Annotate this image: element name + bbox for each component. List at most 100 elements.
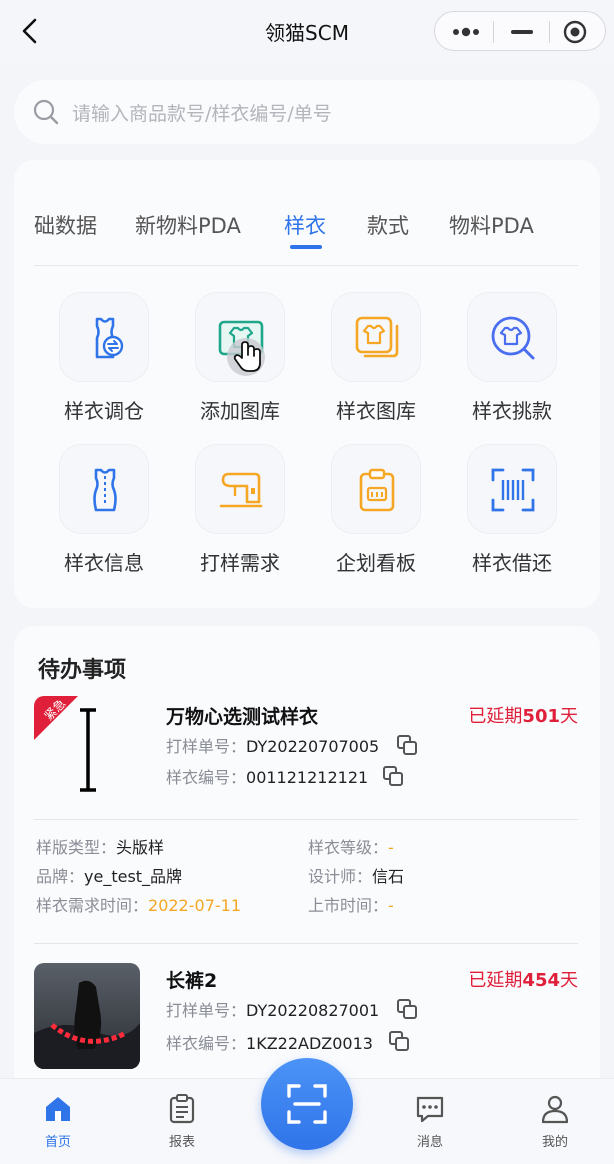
grid-item-label: 添加图库 bbox=[200, 399, 280, 423]
grid-item-label: 样衣信息 bbox=[64, 551, 144, 575]
tile bbox=[195, 444, 285, 534]
tab-label: 消息 bbox=[416, 1135, 443, 1150]
garment-info-icon bbox=[93, 468, 117, 512]
tab-label: 报表 bbox=[168, 1135, 195, 1150]
garment-search-icon bbox=[491, 316, 535, 360]
tab-style[interactable]: 款式 bbox=[367, 210, 409, 240]
search-icon bbox=[33, 99, 59, 125]
overdue-prefix: 已延期 bbox=[468, 970, 523, 991]
code-label: 样衣编号： bbox=[166, 768, 247, 787]
detail-label: 上市时间： bbox=[308, 896, 389, 915]
search-bar[interactable]: 请输入商品款号/样衣编号/单号 bbox=[14, 80, 600, 144]
order-number-row: 打样单号：DY20220827001 bbox=[166, 997, 379, 1021]
garment-gallery-icon bbox=[355, 316, 399, 358]
overdue-prefix: 已延期 bbox=[468, 706, 523, 727]
tile bbox=[331, 444, 421, 534]
overdue-suffix: 天 bbox=[560, 970, 578, 991]
tab-basic-data[interactable]: 础数据 bbox=[34, 210, 97, 240]
order-label: 打样单号： bbox=[166, 1001, 247, 1020]
mini-program-capsule bbox=[434, 11, 606, 51]
demand-time: 样衣需求时间：2022-07-11 bbox=[36, 892, 241, 916]
garment-transfer-icon bbox=[95, 317, 124, 359]
minimize-icon[interactable] bbox=[511, 30, 533, 34]
divider bbox=[34, 265, 578, 266]
order-number: DY20220827001 bbox=[246, 1001, 380, 1020]
detail-label: 品牌： bbox=[36, 867, 85, 886]
garment-code-row: 样衣编号：1KZ22ADZ0013 bbox=[166, 1030, 373, 1054]
tile bbox=[59, 292, 149, 382]
product-photo-icon bbox=[34, 963, 140, 1069]
home-icon bbox=[46, 1097, 70, 1121]
navigation-bar: 领猫SCM bbox=[0, 0, 614, 62]
pattern-type: 样版类型：头版样 bbox=[36, 834, 164, 858]
image-placeholder-icon: 紧急 bbox=[34, 696, 140, 802]
detail-value: - bbox=[388, 896, 394, 915]
tab-new-material-pda[interactable]: 新物料PDA bbox=[135, 210, 241, 240]
todo-item-title[interactable]: 万物心选测试样衣 bbox=[166, 702, 318, 729]
order-label: 打样单号： bbox=[166, 737, 247, 756]
category-tabs: 础数据 新物料PDA 样衣 款式 物料PDA bbox=[14, 210, 600, 260]
divider bbox=[34, 943, 578, 944]
order-number-row: 打样单号：DY20220707005 bbox=[166, 733, 379, 757]
tab-reports[interactable]: 报表 bbox=[142, 1093, 222, 1150]
copy-icon[interactable] bbox=[388, 1030, 410, 1052]
copy-icon[interactable] bbox=[396, 998, 418, 1020]
close-target-icon[interactable] bbox=[563, 20, 587, 44]
detail-value: - bbox=[388, 838, 394, 857]
grid-item-label: 样衣挑款 bbox=[472, 399, 552, 423]
scan-icon bbox=[287, 1084, 327, 1124]
designer: 设计师：信石 bbox=[308, 863, 404, 887]
todo-item-title[interactable]: 长裤2 bbox=[166, 966, 217, 993]
grid-item-label: 打样需求 bbox=[200, 551, 280, 575]
tab-messages[interactable]: 消息 bbox=[390, 1093, 470, 1150]
message-icon bbox=[416, 1096, 444, 1123]
tile bbox=[467, 444, 557, 534]
todo-card: 待办事项 紧急 万物心选测试样衣 已延期501天 打样单号：DY20220707… bbox=[14, 626, 600, 1096]
garment-grade: 样衣等级：- bbox=[308, 834, 394, 858]
tile bbox=[59, 444, 149, 534]
sewing-machine-icon bbox=[219, 472, 263, 508]
tab-profile[interactable]: 我的 bbox=[515, 1093, 595, 1150]
clipboard-icon bbox=[359, 468, 395, 512]
order-number: DY20220707005 bbox=[246, 737, 380, 756]
garment-code-row: 样衣编号：001121212121 bbox=[166, 764, 368, 788]
tab-sample-garment[interactable]: 样衣 bbox=[284, 210, 326, 240]
overdue-days: 501 bbox=[522, 706, 560, 727]
tab-label: 我的 bbox=[541, 1135, 568, 1150]
overdue-status: 已延期501天 bbox=[468, 702, 578, 728]
tile bbox=[467, 292, 557, 382]
copy-icon[interactable] bbox=[396, 734, 418, 756]
detail-label: 样版类型： bbox=[36, 838, 117, 857]
detail-value: 头版样 bbox=[116, 838, 165, 857]
copy-icon[interactable] bbox=[382, 765, 404, 787]
grid-item-label: 样衣调仓 bbox=[64, 399, 144, 423]
capsule-divider bbox=[493, 21, 494, 43]
grid-item-label: 样衣借还 bbox=[472, 551, 552, 575]
user-icon bbox=[541, 1095, 569, 1124]
overdue-suffix: 天 bbox=[560, 706, 578, 727]
launch-time: 上市时间：- bbox=[308, 892, 394, 916]
report-clipboard-icon bbox=[169, 1094, 195, 1124]
function-card: 础数据 新物料PDA 样衣 款式 物料PDA 样衣调仓 添加图库 样衣图库 样衣… bbox=[14, 160, 600, 608]
code-label: 样衣编号： bbox=[166, 1034, 247, 1053]
scan-button[interactable] bbox=[261, 1058, 353, 1150]
todo-thumbnail[interactable] bbox=[34, 963, 140, 1069]
search-placeholder: 请输入商品款号/样衣编号/单号 bbox=[72, 103, 332, 125]
garment-code: 1KZ22ADZ0013 bbox=[246, 1034, 373, 1053]
grid-item-label: 企划看板 bbox=[336, 551, 416, 575]
tab-material-pda[interactable]: 物料PDA bbox=[449, 210, 534, 240]
tab-label: 首页 bbox=[44, 1135, 71, 1150]
more-dots-icon[interactable] bbox=[451, 25, 481, 39]
detail-value: ye_test_品牌 bbox=[84, 867, 183, 886]
overdue-days: 454 bbox=[522, 970, 560, 991]
grid-item-label: 样衣图库 bbox=[336, 399, 416, 423]
detail-value: 2022-07-11 bbox=[148, 896, 241, 915]
hand-cursor-icon bbox=[227, 338, 265, 376]
todo-thumbnail[interactable]: 紧急 bbox=[34, 696, 140, 802]
tab-home[interactable]: 首页 bbox=[18, 1093, 98, 1150]
tile bbox=[331, 292, 421, 382]
divider bbox=[34, 819, 578, 820]
overdue-status: 已延期454天 bbox=[468, 966, 578, 992]
brand: 品牌：ye_test_品牌 bbox=[36, 863, 182, 887]
detail-label: 设计师： bbox=[308, 867, 373, 886]
